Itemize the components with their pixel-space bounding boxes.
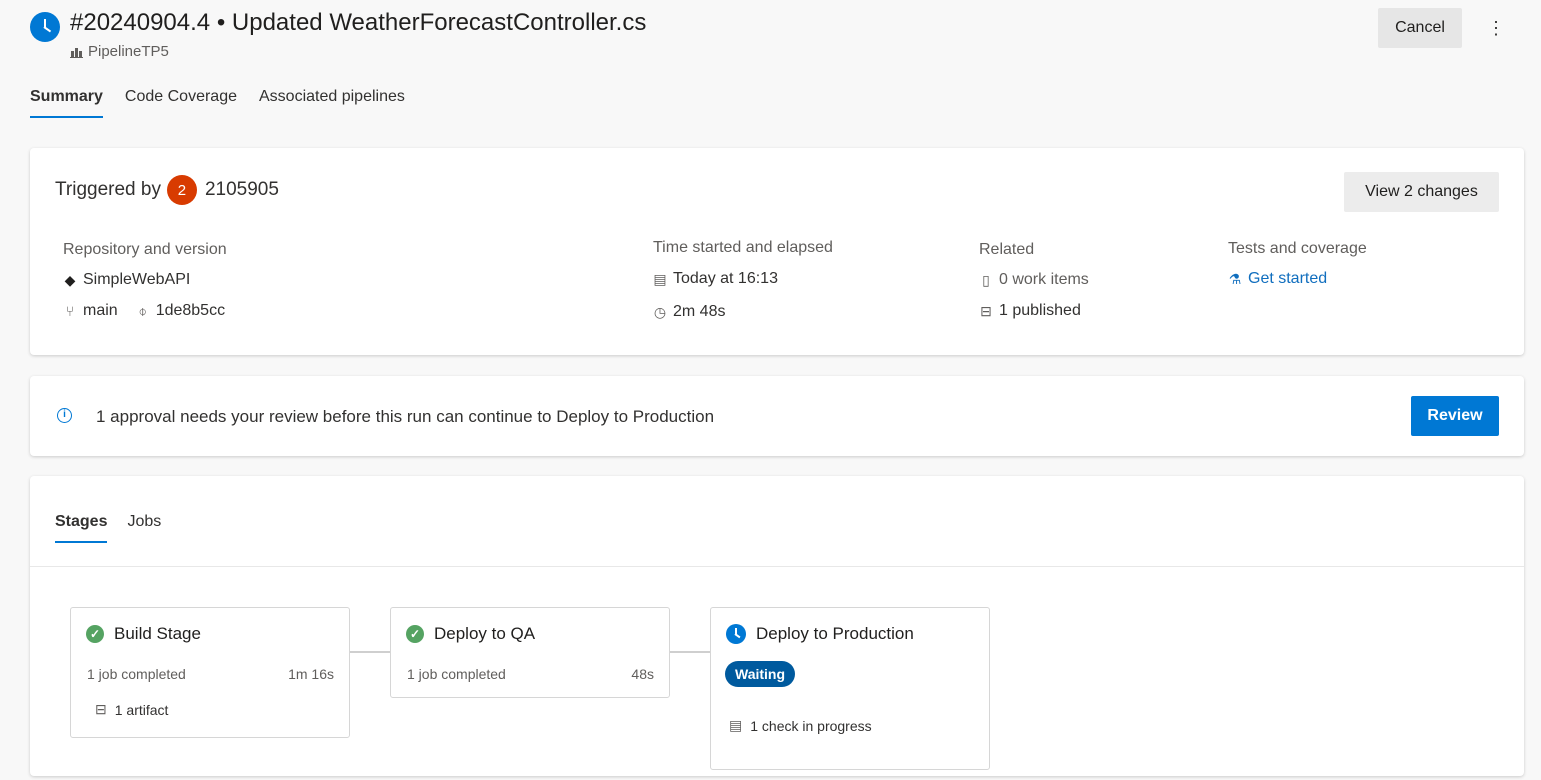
stage-connector (670, 651, 710, 653)
work-item-icon: ▯ (982, 271, 990, 288)
approval-message: 1 approval needs your review before this… (96, 407, 715, 426)
stages-panel: Stages Jobs ✓ Build Stage 1 job complete… (30, 476, 1524, 776)
stages-tabs: Stages Jobs (55, 513, 181, 543)
tab-code-coverage[interactable]: Code Coverage (125, 88, 237, 118)
tests-label: Tests and coverage (1228, 240, 1367, 257)
work-items-row[interactable]: ▯ 0 work items (979, 271, 1089, 289)
page-tabs: Summary Code Coverage Associated pipelin… (30, 88, 427, 118)
stage-connector (350, 651, 390, 653)
repository-name[interactable]: SimpleWebAPI (83, 271, 190, 289)
repository-link[interactable]: ◆ SimpleWebAPI (63, 271, 191, 289)
status-badge: Waiting (725, 661, 796, 687)
pipeline-breadcrumb[interactable]: PipelineTP5 (70, 43, 169, 60)
waiting-clock-icon (726, 624, 746, 644)
stage-build-duration: 1m 16s (288, 666, 334, 682)
time-started: Today at 16:13 (673, 270, 778, 287)
time-label: Time started and elapsed (653, 239, 833, 256)
branch-commit-row: ⑂ main ⌽ 1de8b5cc (63, 302, 225, 320)
clock-icon: ◷ (653, 303, 667, 320)
stage-build-jobs: 1 job completed (87, 666, 186, 682)
stage-build-title: ✓ Build Stage (86, 624, 201, 644)
more-actions-icon[interactable]: ⋮ (1484, 14, 1508, 42)
time-started-row: ▤ Today at 16:13 (653, 270, 778, 288)
triggered-by-label: Triggered by (55, 179, 161, 200)
branch-name[interactable]: main (83, 302, 118, 320)
stage-qa-title: ✓ Deploy to QA (406, 624, 535, 644)
stage-build-name: Build Stage (114, 624, 201, 643)
tab-stages[interactable]: Stages (55, 513, 108, 543)
stages-divider (30, 566, 1524, 567)
stage-deploy-qa[interactable]: ✓ Deploy to QA 1 job completed 48s (390, 607, 670, 698)
tests-get-started[interactable]: ⚗ Get started (1228, 270, 1327, 288)
pipeline-name[interactable]: PipelineTP5 (88, 43, 169, 60)
tab-summary[interactable]: Summary (30, 88, 103, 118)
title-separator: • (216, 9, 226, 36)
elapsed-row: ◷ 2m 48s (653, 303, 726, 321)
published-row[interactable]: ⊟ 1 published (979, 302, 1081, 320)
time-elapsed: 2m 48s (673, 303, 726, 320)
run-number: #20240904.4 (70, 9, 211, 36)
branch-icon: ⑂ (65, 303, 75, 319)
success-check-icon: ✓ (406, 625, 424, 643)
stage-prod-name: Deploy to Production (756, 624, 914, 643)
trigger-user-name[interactable]: 2105905 (205, 179, 279, 201)
commit-id[interactable]: 1de8b5cc (156, 302, 225, 320)
run-title: #20240904.4 • Updated WeatherForecastCon… (70, 9, 646, 37)
stage-qa-name: Deploy to QA (434, 624, 536, 643)
success-check-icon: ✓ (86, 625, 104, 643)
stage-build[interactable]: ✓ Build Stage 1 job completed 1m 16s ⊟ 1… (70, 607, 350, 738)
tab-associated-pipelines[interactable]: Associated pipelines (259, 88, 405, 118)
git-repo-icon: ◆ (64, 271, 76, 288)
flask-icon: ⚗ (1228, 270, 1242, 287)
scroll-indicator[interactable] (1535, 608, 1541, 628)
get-started-link[interactable]: Get started (1248, 270, 1327, 288)
repository-label: Repository and version (63, 241, 227, 258)
related-label: Related (979, 241, 1035, 258)
artifact-icon: ⊟ (980, 302, 992, 319)
stage-build-artifacts[interactable]: ⊟ 1 artifact (95, 701, 168, 718)
approval-banner: i 1 approval needs your review before th… (30, 376, 1524, 456)
work-items[interactable]: 0 work items (999, 271, 1089, 289)
run-summary-card: Triggered by 2 2105905 View 2 changes Re… (30, 148, 1524, 355)
published-count[interactable]: 1 published (999, 302, 1081, 320)
pipeline-icon (70, 48, 83, 58)
run-status-icon (30, 12, 60, 42)
commit-message: Updated WeatherForecastController.cs (231, 9, 647, 36)
triggered-by: Triggered by 2 2105905 (55, 175, 279, 205)
stage-qa-jobs: 1 job completed (407, 666, 506, 682)
stage-prod-title: Deploy to Production (726, 624, 914, 644)
review-button[interactable]: Review (1411, 396, 1499, 436)
stage-prod-checks-label[interactable]: 1 check in progress (750, 718, 871, 734)
view-changes-button[interactable]: View 2 changes (1344, 172, 1499, 212)
stage-prod-checks[interactable]: ▤ 1 check in progress (729, 717, 872, 734)
avatar: 2 (166, 175, 197, 205)
stage-qa-duration: 48s (631, 666, 654, 682)
stage-deploy-production[interactable]: Deploy to Production Waiting ▤ 1 check i… (710, 607, 990, 770)
artifact-icon: ⊟ (95, 701, 107, 717)
commit-icon: ⌽ (138, 302, 147, 319)
calendar-icon: ▤ (653, 270, 667, 287)
stage-build-artifacts-label[interactable]: 1 artifact (115, 702, 169, 718)
cancel-button[interactable]: Cancel (1378, 8, 1462, 48)
tab-jobs[interactable]: Jobs (127, 513, 161, 543)
checklist-icon: ▤ (729, 717, 743, 733)
info-icon: i (57, 408, 72, 423)
